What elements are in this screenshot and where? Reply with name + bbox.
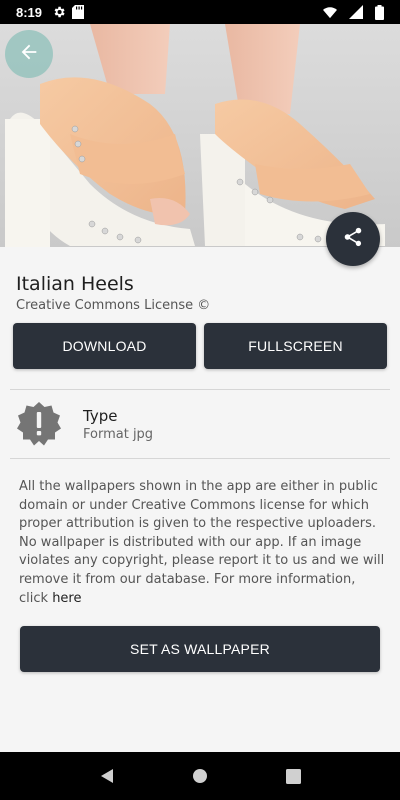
type-value: Format jpg <box>83 427 154 442</box>
divider <box>10 458 390 459</box>
status-time: 8:19 <box>16 4 43 20</box>
fullscreen-button[interactable]: FULLSCREEN <box>204 323 387 369</box>
divider <box>10 389 390 390</box>
status-bar: 8:19 <box>0 0 400 24</box>
wallpaper-image[interactable] <box>0 24 400 247</box>
disclaimer-text: All the wallpapers shown in the app are … <box>19 478 385 608</box>
type-label: Type <box>83 407 118 425</box>
signal-icon <box>349 5 363 19</box>
arrow-left-icon <box>18 41 40 67</box>
more-info-link[interactable]: here <box>52 591 81 606</box>
navigation-bar <box>0 752 400 800</box>
set-wallpaper-button[interactable]: SET AS WALLPAPER <box>20 626 380 672</box>
wifi-icon <box>323 5 337 19</box>
download-button[interactable]: DOWNLOAD <box>13 323 196 369</box>
license-text: Creative Commons License © <box>16 298 211 313</box>
alert-badge-icon <box>16 401 62 447</box>
wallpaper-title: Italian Heels <box>16 273 134 295</box>
back-triangle-icon[interactable] <box>95 764 119 788</box>
back-button[interactable] <box>5 30 53 78</box>
share-icon <box>342 226 364 252</box>
sd-card-icon <box>72 5 86 19</box>
home-circle-icon[interactable] <box>188 764 212 788</box>
recents-square-icon[interactable] <box>281 764 305 788</box>
share-button[interactable] <box>326 212 380 266</box>
gear-icon <box>52 5 66 19</box>
battery-icon <box>375 5 384 20</box>
disclaimer-body: All the wallpapers shown in the app are … <box>19 479 385 606</box>
